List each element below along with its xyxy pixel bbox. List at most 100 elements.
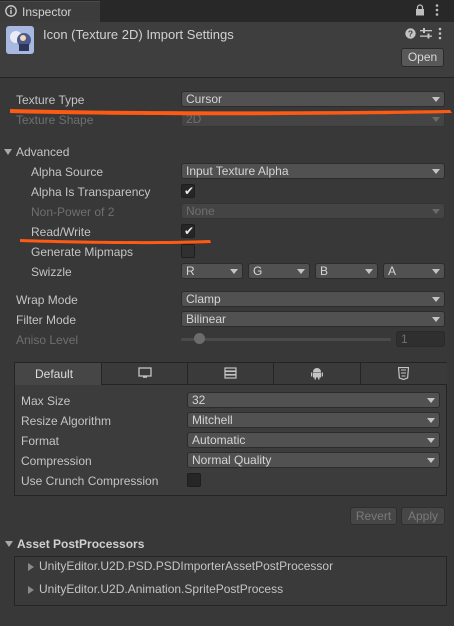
tab-server[interactable] (188, 363, 274, 385)
alpha-source-dropdown[interactable]: Input Texture Alpha (181, 163, 445, 179)
advanced-foldout-label[interactable]: Advanced (16, 145, 69, 159)
postprocessors-label[interactable]: Asset PostProcessors (17, 537, 144, 551)
format-value: Automatic (192, 433, 246, 447)
annotation-stroke-texture-type (10, 109, 452, 116)
resize-algorithm-value: Mitchell (192, 413, 233, 427)
resize-algorithm-label: Resize Algorithm (21, 414, 112, 428)
aniso-slider-handle[interactable] (194, 333, 205, 344)
resize-algorithm-dropdown[interactable]: Mitchell (187, 412, 440, 428)
open-button[interactable]: Open (401, 48, 444, 67)
aniso-level-field[interactable]: 1 (396, 331, 445, 347)
wrap-mode-label: Wrap Mode (16, 293, 78, 307)
page-title: Icon (Texture 2D) Import Settings (43, 27, 234, 42)
swizzle-label: Swizzle (31, 265, 72, 279)
tab-inspector-label: Inspector (22, 5, 72, 19)
chevron-down-icon (432, 317, 440, 322)
swizzle-a-value: A (388, 264, 397, 278)
swizzle-b-value: B (320, 264, 329, 278)
generate-mipmaps-label: Generate Mipmaps (31, 245, 134, 259)
apply-button[interactable]: Apply (401, 507, 445, 525)
kebab-menu-icon[interactable] (434, 3, 440, 17)
postprocessors-foldout-arrow-icon[interactable] (5, 541, 13, 547)
aniso-level-label: Aniso Level (16, 333, 79, 347)
list-item[interactable]: UnityEditor.U2D.PSD.PSDImporterAssetPost… (39, 559, 333, 573)
apply-button-label: Apply (407, 509, 439, 523)
revert-button-label: Revert (355, 509, 392, 523)
header-kebab-icon[interactable] (437, 27, 443, 40)
tab-inspector[interactable]: Inspector (0, 1, 100, 22)
chevron-down-icon (432, 169, 440, 174)
alpha-transparency-checkbox[interactable]: ✔ (181, 184, 195, 198)
chevron-down-icon (432, 297, 440, 302)
chevron-down-icon (427, 458, 435, 463)
chevron-down-icon (427, 418, 435, 423)
alpha-source-label: Alpha Source (31, 165, 104, 179)
aniso-slider-track[interactable] (181, 338, 391, 341)
alpha-transparency-label: Alpha Is Transparency (31, 185, 151, 199)
preset-sliders-icon[interactable] (420, 28, 432, 39)
help-icon[interactable]: ? (405, 28, 416, 39)
checkmark-icon: ✔ (184, 224, 195, 238)
svg-text:?: ? (408, 29, 413, 39)
tab-webgl[interactable] (361, 363, 447, 385)
chevron-down-icon (427, 438, 435, 443)
crunch-compression-checkbox[interactable] (187, 473, 201, 487)
monitor-icon (138, 367, 152, 382)
alpha-source-value: Input Texture Alpha (186, 164, 289, 178)
inspector-header: Icon (Texture 2D) Import Settings ? Open (0, 22, 454, 78)
crunch-compression-label: Use Crunch Compression (21, 474, 159, 488)
tab-default[interactable]: Default (15, 363, 102, 385)
postprocessors-list: UnityEditor.U2D.PSD.PSDImporterAssetPost… (14, 556, 447, 606)
max-size-value: 32 (192, 393, 206, 407)
wrap-mode-dropdown[interactable]: Clamp (181, 291, 445, 307)
swizzle-r-value: R (186, 264, 195, 278)
swizzle-g-value: G (253, 264, 263, 278)
platform-settings-panel: Default Max Size 32 Resize Algorithm Mit… (14, 362, 447, 496)
swizzle-b-dropdown[interactable]: B (315, 263, 378, 279)
chevron-down-icon (432, 209, 440, 214)
chevron-down-icon (432, 97, 440, 102)
checkmark-icon: ✔ (184, 184, 195, 198)
npot-label: Non-Power of 2 (31, 205, 115, 219)
chevron-down-icon (230, 269, 238, 274)
tab-default-label: Default (35, 367, 74, 381)
filter-mode-value: Bilinear (186, 312, 227, 326)
read-write-checkbox[interactable]: ✔ (181, 224, 195, 238)
format-dropdown[interactable]: Automatic (187, 432, 440, 448)
filter-mode-dropdown[interactable]: Bilinear (181, 311, 445, 327)
max-size-label: Max Size (21, 394, 71, 408)
list-item[interactable]: UnityEditor.U2D.Animation.SpritePostProc… (39, 582, 283, 596)
tab-android[interactable] (274, 363, 361, 385)
revert-button[interactable]: Revert (350, 507, 397, 525)
window-tab-bar: Inspector (0, 0, 454, 22)
read-write-label: Read/Write (31, 225, 91, 239)
open-button-label: Open (407, 50, 438, 64)
compression-dropdown[interactable]: Normal Quality (187, 452, 440, 468)
format-label: Format (21, 434, 60, 448)
chevron-down-icon (297, 269, 305, 274)
advanced-foldout-arrow-icon[interactable] (4, 149, 12, 155)
swizzle-g-dropdown[interactable]: G (248, 263, 310, 279)
swizzle-r-dropdown[interactable]: R (181, 263, 243, 279)
texture-thumbnail-icon (6, 26, 34, 54)
compression-value: Normal Quality (192, 453, 272, 467)
npot-value: None (186, 204, 215, 218)
chevron-down-icon (432, 269, 440, 274)
compression-label: Compression (21, 454, 92, 468)
swizzle-a-dropdown[interactable]: A (383, 263, 445, 279)
filter-mode-label: Filter Mode (16, 313, 77, 327)
max-size-dropdown[interactable]: 32 (187, 392, 440, 408)
server-icon (224, 367, 237, 382)
aniso-level-value: 1 (401, 332, 408, 346)
tab-standalone[interactable] (102, 363, 188, 385)
npot-dropdown[interactable]: None (181, 203, 445, 219)
generate-mipmaps-checkbox[interactable] (181, 244, 195, 258)
android-icon (311, 367, 323, 383)
chevron-down-icon (365, 269, 373, 274)
lock-icon[interactable] (415, 4, 425, 16)
chevron-right-icon[interactable] (28, 586, 34, 594)
info-icon (5, 5, 17, 17)
webgl-icon (397, 366, 410, 383)
chevron-down-icon (427, 398, 435, 403)
chevron-right-icon[interactable] (28, 563, 34, 571)
